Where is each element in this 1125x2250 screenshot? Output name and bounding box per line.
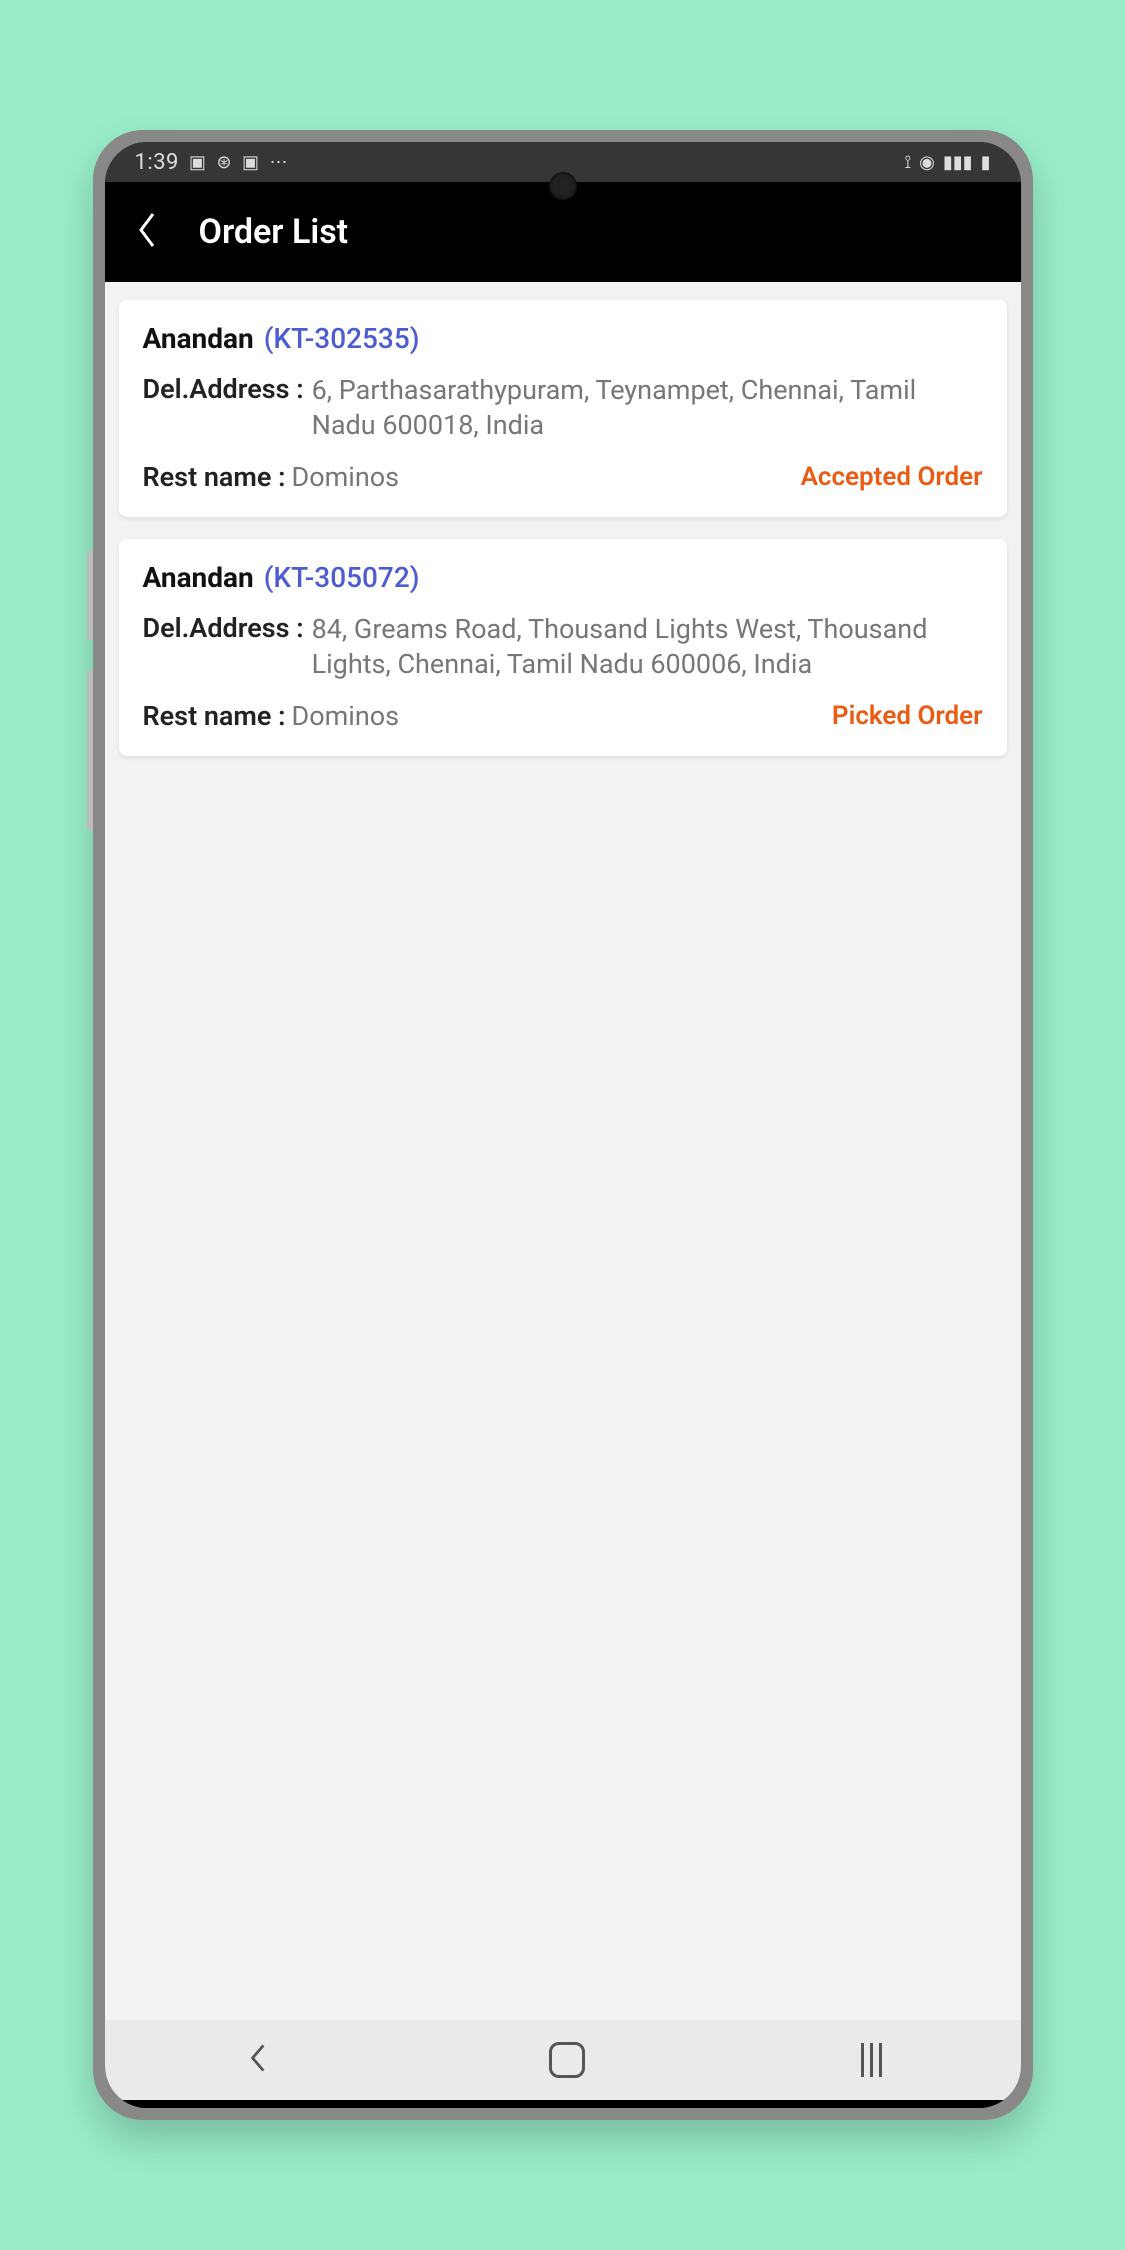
order-card[interactable]: Anandan (KT-302535) Del.Address : 6, Par… [119,300,1007,517]
restaurant-label: Rest name : [143,461,286,493]
address-value: 6, Parthasarathypuram, Teynampet, Chenna… [312,373,983,443]
nav-back-button[interactable] [243,2040,273,2080]
order-status: Accepted Order [801,462,983,492]
phone-frame: 1:39 ▣ ⊛ ▣ ⋯ ⟟ ◉ ▮▮▮ ▮ Order List [93,130,1033,2120]
status-app-icon: ⊛ [216,152,232,173]
nav-home-button[interactable] [549,2042,585,2078]
back-button[interactable] [135,210,159,254]
customer-name: Anandan [143,322,254,355]
square-icon [549,2042,585,2078]
content-area: Anandan (KT-302535) Del.Address : 6, Par… [105,282,1021,2020]
location-icon: ⟟ [904,152,911,173]
restaurant-name: Dominos [291,461,399,493]
chevron-left-icon [243,2040,273,2076]
order-id: (KT-302535) [264,322,420,355]
nav-recent-button[interactable] [861,2043,882,2077]
camera-notch [549,172,577,200]
nav-bar [105,2020,1021,2100]
order-status: Picked Order [832,701,983,731]
status-app-icon: ▣ [189,152,207,173]
bottom-bezel [105,2100,1021,2108]
restaurant-label: Rest name : [143,700,286,732]
status-more: ⋯ [270,152,289,173]
side-button [87,670,93,830]
address-label: Del.Address : [143,373,304,443]
order-id: (KT-305072) [264,561,420,594]
line-icon [861,2043,864,2077]
restaurant-name: Dominos [291,700,399,732]
customer-name: Anandan [143,561,254,594]
line-icon [870,2043,873,2077]
phone-screen: 1:39 ▣ ⊛ ▣ ⋯ ⟟ ◉ ▮▮▮ ▮ Order List [105,142,1021,2108]
status-time: 1:39 [135,150,179,175]
order-card[interactable]: Anandan (KT-305072) Del.Address : 84, Gr… [119,539,1007,756]
signal-icon: ▮▮▮ [943,152,973,173]
page-title: Order List [199,212,349,252]
address-label: Del.Address : [143,612,304,682]
side-button [87,550,93,640]
wifi-icon: ◉ [919,152,935,173]
line-icon [879,2043,882,2077]
chevron-left-icon [135,210,159,250]
status-app-icon: ▣ [242,152,260,173]
address-value: 84, Greams Road, Thousand Lights West, T… [312,612,983,682]
battery-icon: ▮ [981,152,991,173]
